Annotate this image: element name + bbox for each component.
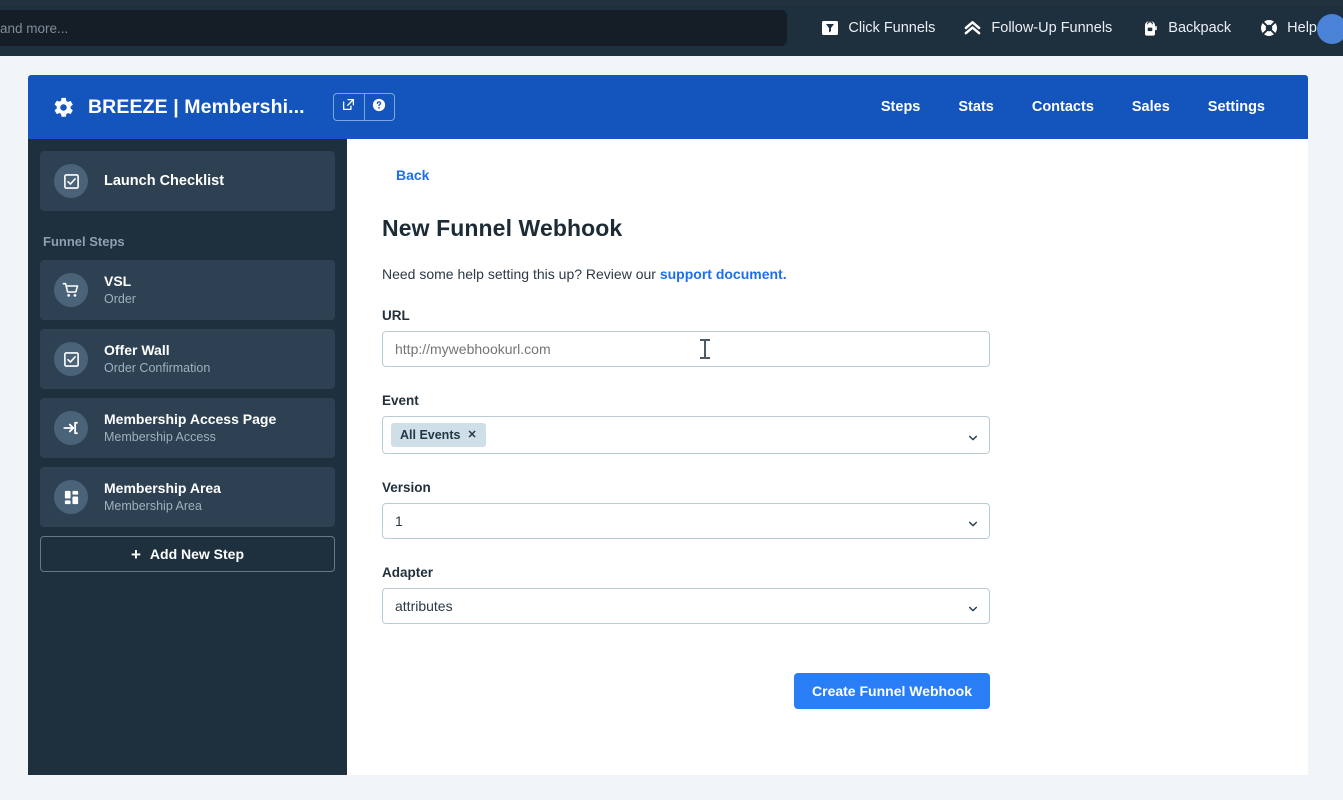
sidebar-item-membership-access-page-title: Membership Access Page <box>104 411 277 427</box>
nav-click-funnels[interactable]: Click Funnels <box>806 0 949 56</box>
tab-steps[interactable]: Steps <box>862 99 940 115</box>
clickfunnels-icon <box>820 19 839 38</box>
grid-icon <box>54 480 88 514</box>
global-top-bar: Click Funnels Follow-Up Funnels Back <box>0 0 1343 56</box>
sidebar-item-launch-checklist[interactable]: Launch Checklist <box>40 151 335 211</box>
gear-icon <box>52 96 75 119</box>
help-text-label: Need some help setting this up? Review o… <box>382 266 660 282</box>
field-adapter-label: Adapter <box>382 565 434 580</box>
page-title: BREEZE | Membershi... <box>88 95 305 118</box>
version-select[interactable]: 1 <box>382 503 990 539</box>
version-select-value: 1 <box>395 513 403 529</box>
cart-icon <box>54 273 88 307</box>
sidebar-item-membership-area-subtitle: Membership Area <box>104 499 202 513</box>
main-content: Back New Funnel Webhook Need some help s… <box>347 139 1308 775</box>
question-circle-icon <box>372 98 386 117</box>
sidebar-item-membership-access-page[interactable]: Membership Access Page Membership Access <box>40 398 335 458</box>
sidebar-item-vsl-title: VSL <box>104 273 132 289</box>
field-version: Version 1 <box>382 480 1268 539</box>
sidebar-item-membership-area-title: Membership Area <box>104 480 221 496</box>
field-adapter: Adapter attributes <box>382 565 1268 624</box>
field-url-label: URL <box>382 308 410 323</box>
global-search-input[interactable] <box>0 10 787 46</box>
field-event-label: Event <box>382 393 419 408</box>
chevron-down-icon <box>968 601 978 612</box>
sign-in-icon <box>54 411 88 445</box>
sidebar-section-funnel-steps: Funnel Steps <box>43 234 125 249</box>
global-nav: Click Funnels Follow-Up Funnels Backpack… <box>806 0 1343 56</box>
nav-follow-up-funnels[interactable]: Follow-Up Funnels <box>949 0 1126 56</box>
add-new-step-label: Add New Step <box>149 546 245 562</box>
help-button[interactable] <box>363 94 394 120</box>
sidebar-item-offer-wall-title: Offer Wall <box>104 342 170 358</box>
app-body: Launch Checklist Funnel Steps VSL Order <box>28 139 1308 775</box>
checkbox-icon <box>54 164 88 198</box>
funnel-header: BREEZE | Membershi... Steps Stats Contac… <box>28 75 1308 139</box>
sidebar-item-vsl[interactable]: VSL Order <box>40 260 335 320</box>
funnel-nav: Steps Stats Contacts Sales Settings <box>862 99 1284 115</box>
sidebar-item-vsl-subtitle: Order <box>104 292 136 306</box>
sidebar-item-offer-wall[interactable]: Offer Wall Order Confirmation <box>40 329 335 389</box>
nav-follow-up-funnels-label: Follow-Up Funnels <box>991 20 1113 36</box>
tab-settings[interactable]: Settings <box>1189 99 1284 115</box>
checkbox-icon <box>54 342 88 376</box>
backpack-icon <box>1140 19 1159 38</box>
field-url: URL <box>382 308 1268 367</box>
form-title: New Funnel Webhook <box>382 215 623 241</box>
submit-row: Create Funnel Webhook <box>382 673 990 709</box>
sidebar-item-launch-checklist-label: Launch Checklist <box>104 173 225 189</box>
nav-click-funnels-label: Click Funnels <box>848 20 936 36</box>
chevron-down-icon <box>968 516 978 527</box>
tab-contacts[interactable]: Contacts <box>1013 99 1113 115</box>
sidebar-item-membership-access-page-subtitle: Membership Access <box>104 430 216 444</box>
sidebar-item-membership-area[interactable]: Membership Area Membership Area <box>40 467 335 527</box>
event-tag-all-events[interactable]: All Events ✕ <box>391 423 486 447</box>
avatar[interactable] <box>1317 14 1343 44</box>
nav-backpack[interactable]: Backpack <box>1126 0 1245 56</box>
event-tag-label: All Events <box>400 428 461 442</box>
tab-sales[interactable]: Sales <box>1113 99 1189 115</box>
header-button-group <box>332 93 395 121</box>
support-document-link[interactable]: support document. <box>660 266 787 282</box>
field-version-label: Version <box>382 480 431 495</box>
plus-icon: + <box>130 544 141 564</box>
adapter-select[interactable]: attributes <box>382 588 990 624</box>
create-funnel-webhook-button[interactable]: Create Funnel Webhook <box>794 673 990 709</box>
sidebar: Launch Checklist Funnel Steps VSL Order <box>28 139 347 775</box>
open-external-button[interactable] <box>334 94 364 120</box>
tab-stats[interactable]: Stats <box>939 99 1012 115</box>
nav-backpack-label: Backpack <box>1168 20 1232 36</box>
close-icon[interactable]: ✕ <box>467 429 476 441</box>
external-link-icon <box>342 98 355 116</box>
help-text: Need some help setting this up? Review o… <box>382 266 1268 282</box>
url-input[interactable] <box>382 331 990 367</box>
sidebar-item-offer-wall-subtitle: Order Confirmation <box>104 361 211 375</box>
event-select[interactable]: All Events ✕ <box>382 416 990 454</box>
chevrons-up-icon <box>963 19 982 38</box>
page-background: BREEZE | Membershi... Steps Stats Contac… <box>0 56 1343 800</box>
lifebuoy-icon <box>1259 19 1278 38</box>
add-new-step-button[interactable]: + Add New Step <box>40 536 335 572</box>
field-event: Event All Events ✕ <box>382 393 1268 454</box>
nav-help-label: Help <box>1287 20 1317 36</box>
funnel-app-card: BREEZE | Membershi... Steps Stats Contac… <box>28 75 1308 775</box>
chevron-down-icon <box>968 430 978 441</box>
back-link[interactable]: Back <box>396 167 429 183</box>
adapter-select-value: attributes <box>395 598 453 614</box>
